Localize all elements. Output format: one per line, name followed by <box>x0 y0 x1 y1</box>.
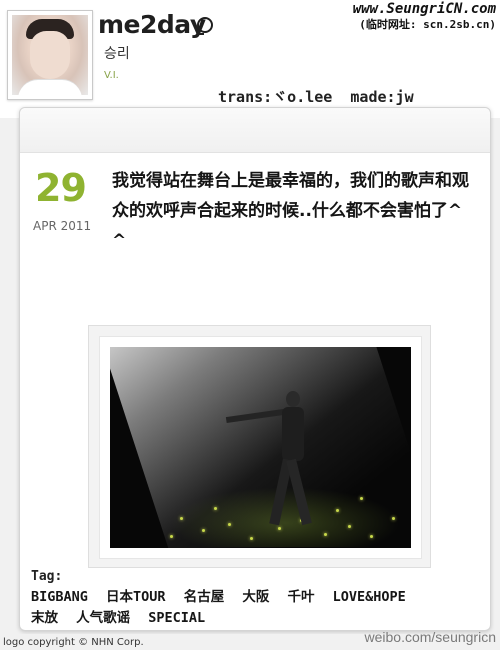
tag-link[interactable]: 大阪 <box>242 589 269 605</box>
concert-photo[interactable] <box>110 347 411 548</box>
tag-link[interactable]: 千叶 <box>287 589 314 605</box>
tag-link[interactable]: 日本TOUR <box>106 589 166 605</box>
translation-credits: trans:ヾo.lee made:jw <box>218 88 414 106</box>
watermark: www.SeungriCN.com (临时网址: scn.2sb.cn) <box>353 2 496 32</box>
post-date-month: APR 2011 <box>33 219 92 233</box>
post-date-day: 29 <box>35 166 87 210</box>
user-tag: V.I. <box>104 70 119 81</box>
avatar-shirt <box>18 79 82 95</box>
watermark-site: www.SeungriCN.com <box>352 1 496 17</box>
tag-link[interactable]: SPECIAL <box>148 610 205 626</box>
weibo-watermark: weibo.com/seungricn <box>364 629 496 645</box>
tag-link[interactable]: 名古屋 <box>184 589 225 605</box>
avatar-face <box>30 31 70 79</box>
profile-photo-frame[interactable] <box>7 10 93 100</box>
tag-link[interactable]: LOVE&HOPE <box>333 589 406 605</box>
avatar[interactable] <box>12 15 88 95</box>
photo-matte <box>99 336 422 559</box>
brand-logo[interactable]: me2day <box>98 10 206 39</box>
tags-label: Tag: <box>31 569 63 584</box>
tag-list: BIGBANG 日本TOUR 名古屋 大阪 千叶 LOVE&HOPE 末放 人气… <box>31 587 471 629</box>
tag-link[interactable]: 人气歌谣 <box>76 610 130 626</box>
username[interactable]: 승리 <box>104 43 130 63</box>
post-body: 我觉得站在舞台上是最幸福的，我们的歌声和观众的欢呼声合起来的时候..什么都不会害… <box>112 171 469 251</box>
performer-figure <box>225 391 328 541</box>
watermark-temp-url: (临时网址: scn.2sb.cn) <box>359 18 496 31</box>
tag-link[interactable]: BIGBANG <box>31 589 88 605</box>
post-card-header <box>20 108 490 153</box>
logo-copyright: logo copyright © NHN Corp. <box>3 637 144 648</box>
speech-bubble-icon <box>197 17 213 35</box>
tag-link[interactable]: 末放 <box>31 610 58 626</box>
photo-frame <box>88 325 431 568</box>
